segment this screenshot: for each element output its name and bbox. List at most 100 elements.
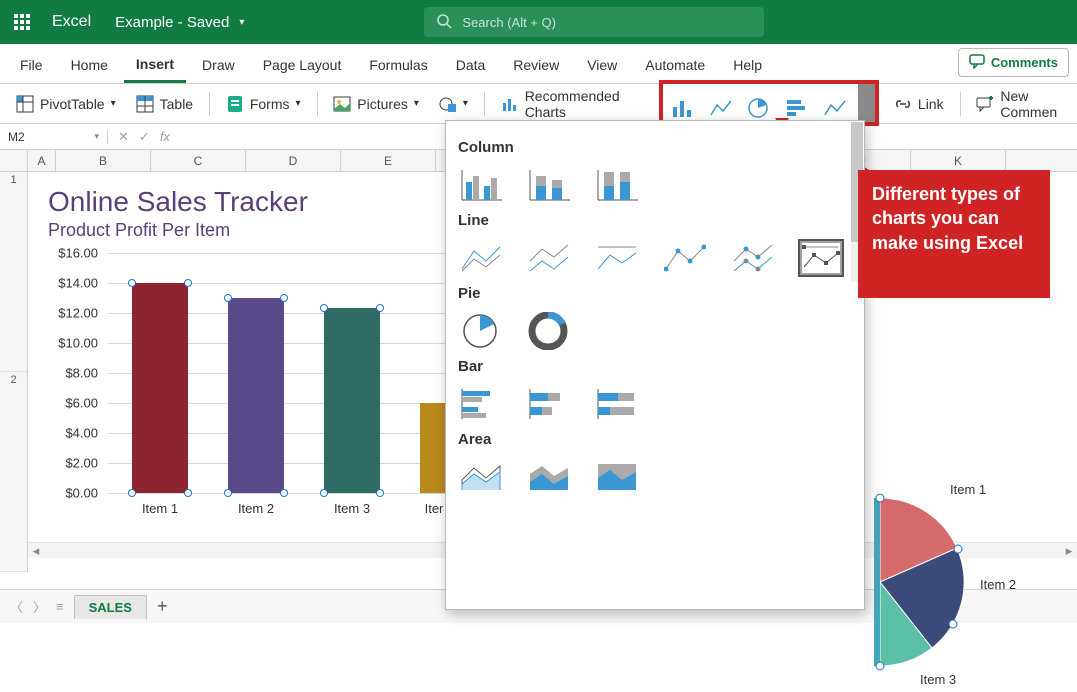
pie-label: Item 1 bbox=[950, 482, 986, 497]
forms-button[interactable]: Forms ▾ bbox=[220, 91, 307, 117]
stacked-line-markers-icon[interactable] bbox=[730, 239, 776, 277]
col-header[interactable]: B bbox=[56, 150, 151, 171]
tab-insert[interactable]: Insert bbox=[124, 50, 186, 83]
table-label: Table bbox=[160, 96, 193, 112]
tab-view[interactable]: View bbox=[575, 51, 629, 83]
chevron-down-icon: ▾ bbox=[94, 131, 99, 142]
pivottable-icon bbox=[16, 95, 34, 113]
tab-home[interactable]: Home bbox=[59, 51, 120, 83]
stacked-area-icon[interactable] bbox=[526, 458, 572, 496]
tab-file[interactable]: File bbox=[8, 51, 55, 83]
all-sheets-icon[interactable]: ≡ bbox=[56, 599, 64, 614]
pie-icon[interactable] bbox=[458, 312, 504, 350]
row-header[interactable]: 2 bbox=[0, 372, 27, 572]
pie-label: Item 2 bbox=[980, 577, 1016, 592]
line-markers-icon[interactable] bbox=[662, 239, 708, 277]
clustered-column-icon[interactable] bbox=[458, 166, 504, 204]
app-name: Excel bbox=[52, 13, 91, 31]
tab-page-layout[interactable]: Page Layout bbox=[251, 51, 354, 83]
title-bar: Excel Example - Saved ▾ Search (Alt + Q) bbox=[0, 0, 1077, 44]
table-button[interactable]: Table bbox=[130, 91, 199, 117]
stacked-line-icon[interactable] bbox=[526, 239, 572, 277]
pivottable-button[interactable]: PivotTable ▾ bbox=[10, 91, 122, 117]
clustered-bar-icon[interactable] bbox=[458, 385, 504, 423]
cancel-formula-icon[interactable]: ✕ bbox=[118, 129, 129, 145]
recommended-charts-button[interactable]: Recommended Charts bbox=[495, 84, 630, 124]
tab-data[interactable]: Data bbox=[444, 51, 498, 83]
sheet-tab-sales[interactable]: SALES bbox=[74, 595, 147, 619]
sheet-nav-next-icon[interactable]: 〉 bbox=[33, 597, 46, 616]
annotation-callout: Different types of charts you can make u… bbox=[858, 170, 1050, 298]
chevron-down-icon[interactable]: ▾ bbox=[239, 17, 244, 28]
accept-formula-icon[interactable]: ✓ bbox=[139, 129, 150, 145]
ribbon-insert: PivotTable ▾ Table Forms ▾ Pictures ▾ ▾ … bbox=[0, 84, 1077, 124]
line-icon[interactable] bbox=[458, 239, 504, 277]
pictures-label: Pictures bbox=[357, 96, 408, 112]
sheet-nav-prev-icon[interactable]: 〈 bbox=[10, 597, 23, 616]
chart-types-dropdown: Column Line Pie Bar Area bbox=[445, 120, 865, 610]
col-header[interactable]: D bbox=[246, 150, 341, 171]
scroll-left-icon[interactable]: ◂ bbox=[28, 543, 44, 559]
new-comment-button[interactable]: New Commen bbox=[970, 84, 1067, 124]
pivottable-label: PivotTable bbox=[40, 96, 105, 112]
shapes-button[interactable]: ▾ bbox=[433, 91, 474, 117]
x-label: Item 3 bbox=[324, 501, 380, 516]
chart-category-line: Line bbox=[458, 212, 852, 229]
forms-label: Forms bbox=[250, 96, 290, 112]
file-name[interactable]: Example - Saved bbox=[115, 14, 229, 31]
search-box[interactable]: Search (Alt + Q) bbox=[424, 7, 764, 37]
chart-category-column: Column bbox=[458, 139, 852, 156]
stacked-bar-icon[interactable] bbox=[526, 385, 572, 423]
y-tick: $2.00 bbox=[65, 456, 98, 471]
col-header[interactable]: E bbox=[341, 150, 436, 171]
bar-item-4[interactable] bbox=[420, 403, 448, 493]
tab-draw[interactable]: Draw bbox=[190, 51, 247, 83]
y-tick: $4.00 bbox=[65, 426, 98, 441]
tab-automate[interactable]: Automate bbox=[633, 51, 717, 83]
chart-title: Online Sales Tracker bbox=[40, 180, 480, 218]
recommended-charts-label: Recommended Charts bbox=[525, 88, 624, 120]
col-header[interactable]: K bbox=[911, 150, 1006, 171]
chevron-down-icon: ▾ bbox=[414, 98, 419, 109]
doughnut-icon[interactable] bbox=[526, 312, 572, 350]
100-stacked-line-markers-icon[interactable] bbox=[798, 239, 844, 277]
col-header[interactable]: C bbox=[151, 150, 246, 171]
embedded-chart-bar[interactable]: Online Sales Tracker Product Profit Per … bbox=[40, 180, 480, 570]
row-header[interactable]: 1 bbox=[0, 172, 27, 372]
y-tick: $0.00 bbox=[65, 486, 98, 501]
pictures-button[interactable]: Pictures ▾ bbox=[327, 91, 425, 117]
bar-item-3[interactable] bbox=[324, 308, 380, 493]
area-icon[interactable] bbox=[458, 458, 504, 496]
search-placeholder: Search (Alt + Q) bbox=[462, 15, 556, 30]
bar-item-1[interactable] bbox=[132, 283, 188, 493]
col-header[interactable]: A bbox=[28, 150, 56, 171]
link-icon bbox=[894, 95, 912, 113]
chart-category-bar: Bar bbox=[458, 358, 852, 375]
name-box-value: M2 bbox=[8, 130, 25, 144]
app-launcher-button[interactable] bbox=[0, 14, 44, 30]
100-stacked-bar-icon[interactable] bbox=[594, 385, 640, 423]
select-all-corner[interactable] bbox=[0, 150, 28, 171]
x-label: Item 1 bbox=[132, 501, 188, 516]
bar-item-2[interactable] bbox=[228, 298, 284, 493]
100-stacked-area-icon[interactable] bbox=[594, 458, 640, 496]
tab-review[interactable]: Review bbox=[501, 51, 571, 83]
y-tick: $10.00 bbox=[58, 336, 98, 351]
name-box[interactable]: M2 ▾ bbox=[0, 130, 108, 144]
add-sheet-button[interactable]: + bbox=[157, 596, 168, 617]
new-comment-icon bbox=[976, 95, 994, 113]
100-stacked-line-icon[interactable] bbox=[594, 239, 640, 277]
x-label: Item 2 bbox=[228, 501, 284, 516]
chevron-down-icon: ▾ bbox=[111, 98, 116, 109]
fx-icon[interactable]: fx bbox=[160, 129, 170, 144]
link-button[interactable]: Link bbox=[888, 91, 950, 117]
embedded-chart-pie[interactable]: Item 1 Item 2 Item 3 bbox=[870, 482, 1070, 692]
100-stacked-column-icon[interactable] bbox=[594, 166, 640, 204]
tab-help[interactable]: Help bbox=[721, 51, 774, 83]
x-label: Iter bbox=[420, 501, 448, 516]
stacked-column-icon[interactable] bbox=[526, 166, 572, 204]
comments-button[interactable]: Comments bbox=[958, 48, 1069, 77]
comment-icon bbox=[969, 53, 985, 72]
chart-plot-area: $16.00 $14.00 $12.00 $10.00 $8.00 $6.00 … bbox=[50, 253, 480, 533]
tab-formulas[interactable]: Formulas bbox=[357, 51, 439, 83]
